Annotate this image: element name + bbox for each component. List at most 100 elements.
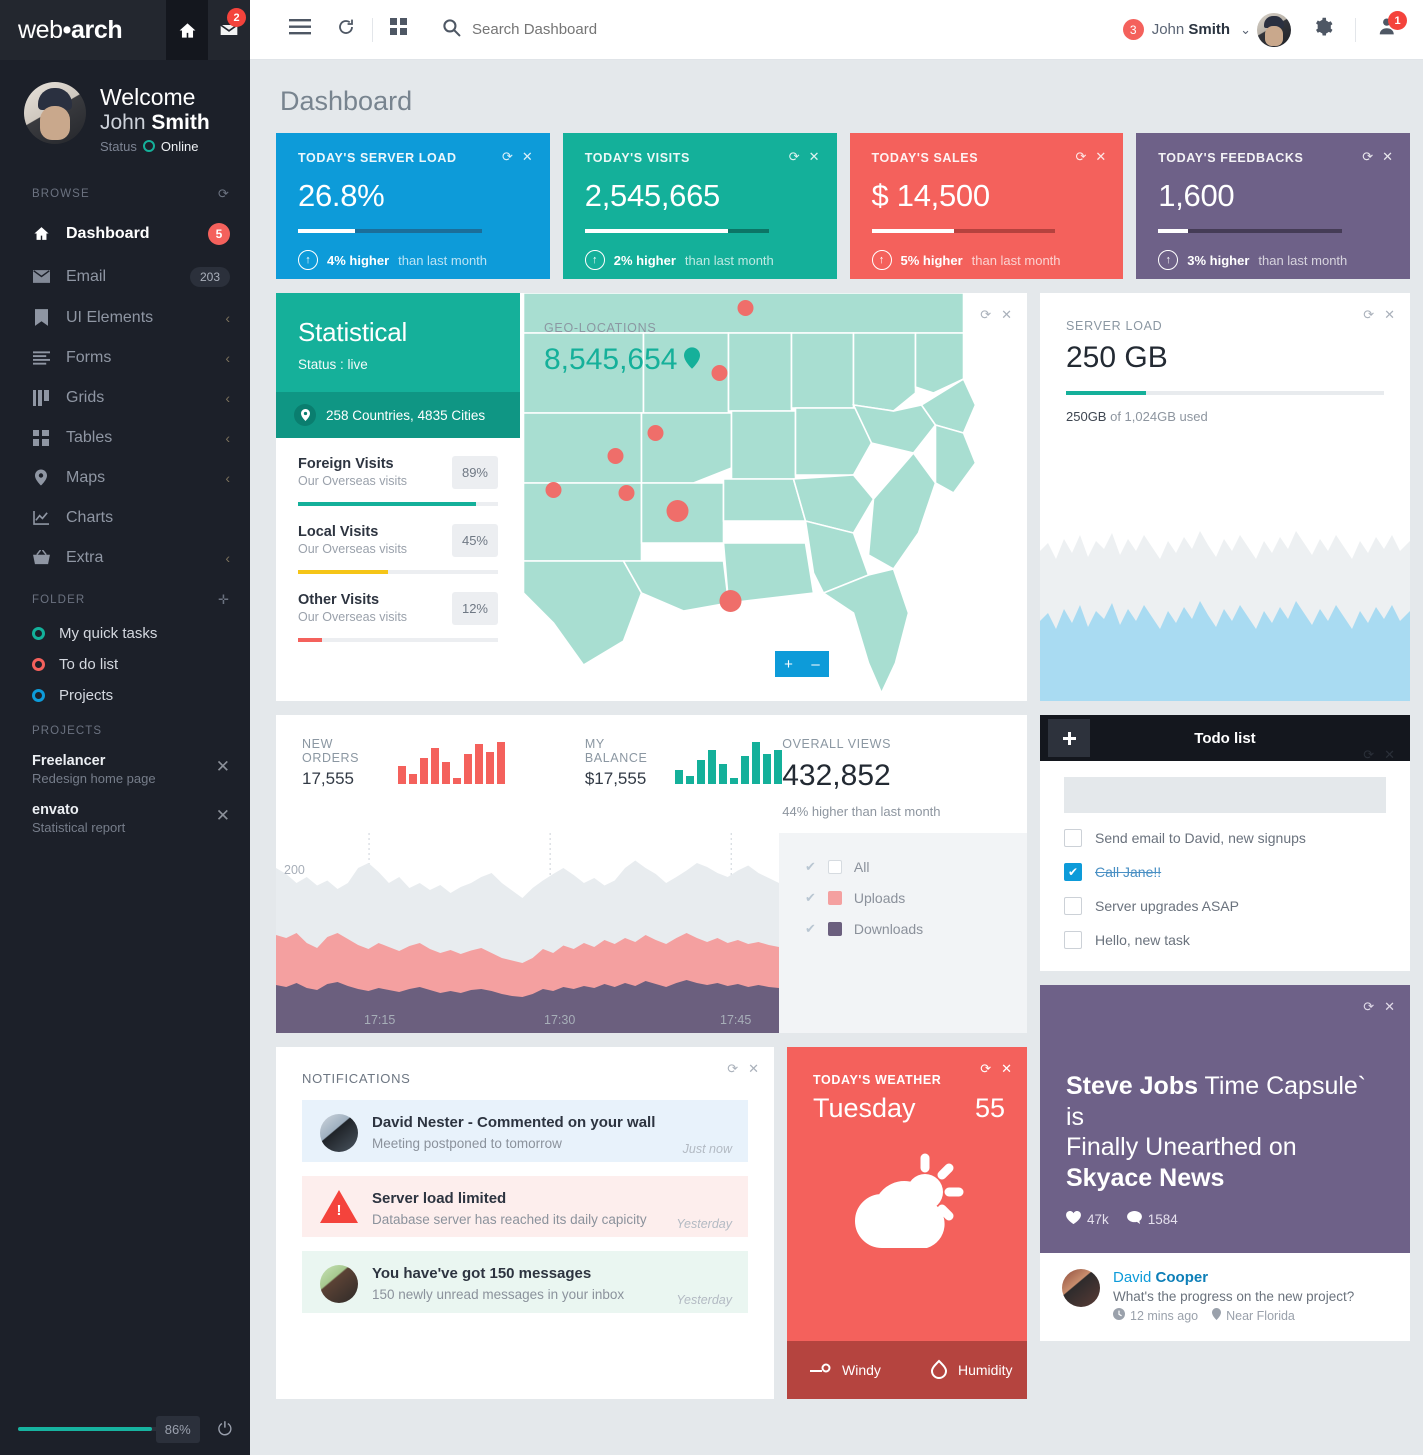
news-likes[interactable]: 47k bbox=[1066, 1210, 1109, 1227]
sidebar-item-charts[interactable]: Charts bbox=[0, 498, 250, 538]
sidebar: web•arch 2 Welcome John Smith Status Onl… bbox=[0, 0, 250, 1455]
home-icon[interactable] bbox=[166, 0, 208, 60]
legend-swatch bbox=[827, 860, 842, 874]
weather-panel: ⟳ ✕ TODAY'S WEATHER Tuesday 55 Windy Hum… bbox=[787, 1047, 1027, 1399]
spark-bar bbox=[463, 754, 472, 784]
weather-humidity[interactable]: Humidity bbox=[907, 1359, 1027, 1382]
todo-item[interactable]: Hello, new task bbox=[1064, 931, 1386, 949]
mail-icon[interactable]: 2 bbox=[208, 0, 250, 60]
close-icon[interactable]: ✕ bbox=[216, 753, 230, 777]
todo-item[interactable]: ✔ Call Jane!! bbox=[1064, 863, 1386, 881]
chart-row: NEW ORDERS 17,555 MY BALANCE $17,555 OVE… bbox=[276, 715, 1410, 1413]
user-icon[interactable]: 1 bbox=[1360, 11, 1407, 43]
weather-wind[interactable]: Windy bbox=[787, 1362, 907, 1379]
close-icon[interactable]: ✕ bbox=[1384, 747, 1395, 763]
news-headline[interactable]: Steve Jobs Time Capsule` is Finally Unea… bbox=[1066, 1071, 1388, 1193]
bookmark-icon bbox=[32, 309, 50, 326]
folder-item-to-do-list[interactable]: To do list bbox=[0, 649, 250, 680]
project-item[interactable]: envato Statistical report ✕ bbox=[0, 796, 250, 845]
refresh-icon[interactable] bbox=[324, 18, 368, 42]
stat-card-value: 1,600 bbox=[1158, 178, 1235, 213]
news-comments[interactable]: 1584 bbox=[1126, 1211, 1178, 1227]
map-zoom-out-button[interactable]: – bbox=[802, 651, 829, 677]
close-icon[interactable]: ✕ bbox=[216, 802, 230, 826]
envelope-icon bbox=[32, 270, 50, 283]
avatar[interactable] bbox=[1257, 12, 1291, 47]
chevron-down-icon[interactable]: ⌄ bbox=[1240, 22, 1251, 38]
status-row: Status Online bbox=[100, 139, 210, 154]
stat-card[interactable]: ⟳ ✕ TODAY'S SALES $ 14,500 ↑ 5% higher th… bbox=[849, 133, 1124, 279]
toolbar-divider bbox=[372, 17, 373, 42]
close-icon[interactable]: ✕ bbox=[1001, 307, 1012, 323]
notification-item[interactable]: Server load limited Database server has … bbox=[302, 1176, 748, 1237]
sidebar-item-grids[interactable]: Grids ‹ bbox=[0, 378, 250, 418]
search-input[interactable] bbox=[472, 21, 792, 38]
sidebar-item-maps[interactable]: Maps ‹ bbox=[0, 458, 250, 498]
project-title: envato bbox=[32, 801, 79, 818]
legend-label: All bbox=[853, 859, 870, 875]
stat-card-title: TODAY'S SERVER LOAD bbox=[298, 151, 457, 165]
notification-item[interactable]: You have've got 150 messages 150 newly u… bbox=[302, 1251, 748, 1313]
clock-icon bbox=[1113, 1308, 1125, 1323]
sidebar-item-tables[interactable]: Tables ‹ bbox=[0, 418, 250, 458]
refresh-icon[interactable]: ⟳ bbox=[1363, 747, 1374, 763]
todo-item[interactable]: Send email to David, new signups bbox=[1064, 829, 1386, 847]
sidebar-item-extra[interactable]: Extra ‹ bbox=[0, 538, 250, 578]
avatar bbox=[320, 1114, 358, 1152]
brand-dot: • bbox=[62, 15, 72, 44]
stat-card[interactable]: ⟳ ✕ TODAY'S FEEDBACKS 1,600 ↑ 3% higher t… bbox=[1136, 133, 1410, 279]
power-icon[interactable]: ⏻ bbox=[218, 1419, 232, 1440]
legend-item-uploads[interactable]: ✔ Uploads bbox=[805, 890, 1027, 906]
search-area bbox=[442, 18, 1123, 42]
sidebar-item-forms[interactable]: Forms ‹ bbox=[0, 338, 250, 378]
map-zoom-in-button[interactable]: + bbox=[775, 651, 802, 677]
refresh-icon[interactable]: ⟳ bbox=[1363, 307, 1374, 323]
project-item[interactable]: Freelancer Redesign home page ✕ bbox=[0, 747, 250, 796]
legend-item-downloads[interactable]: ✔ Downloads bbox=[805, 921, 1027, 937]
sidebar-item-dashboard[interactable]: Dashboard 5 bbox=[0, 212, 250, 256]
area-chart[interactable]: 200 17:15 17:30 17:45 bbox=[276, 833, 779, 1033]
refresh-icon[interactable]: ⟳ bbox=[218, 186, 230, 202]
stat-card-value: 26.8% bbox=[298, 178, 385, 213]
spark-bar bbox=[397, 766, 406, 784]
hamburger-icon[interactable] bbox=[276, 18, 324, 41]
plus-icon[interactable]: ✛ bbox=[218, 592, 230, 608]
refresh-icon[interactable]: ⟳ bbox=[1363, 999, 1374, 1015]
grid-icon[interactable] bbox=[377, 18, 420, 41]
close-icon[interactable]: ✕ bbox=[1384, 999, 1395, 1015]
topbar-username[interactable]: John Smith bbox=[1152, 21, 1230, 38]
spark-bar bbox=[485, 752, 494, 784]
close-icon[interactable]: ✕ bbox=[748, 1061, 759, 1077]
brand-logo[interactable]: web•arch bbox=[18, 15, 123, 45]
stat-card-delta-suffix: than last month bbox=[684, 252, 774, 268]
projects-label: PROJECTS bbox=[32, 724, 103, 737]
my-balance-sparkline bbox=[675, 742, 783, 784]
notification-item[interactable]: David Nester - Commented on your wall Me… bbox=[302, 1100, 748, 1162]
stat-card[interactable]: ⟳ ✕ TODAY'S VISITS 2,545,665 ↑ 2% higher … bbox=[562, 133, 837, 279]
refresh-icon[interactable]: ⟳ bbox=[980, 307, 991, 323]
folder-section-header: FOLDER ✛ bbox=[0, 578, 250, 618]
todo-item[interactable]: Server upgrades ASAP bbox=[1064, 897, 1386, 915]
spark-bar bbox=[752, 742, 761, 784]
todo-input[interactable] bbox=[1064, 777, 1386, 813]
refresh-icon[interactable]: ⟳ bbox=[980, 1061, 991, 1077]
sidebar-item-email[interactable]: Email 203 bbox=[0, 256, 250, 298]
folder-item-projects[interactable]: Projects bbox=[0, 680, 250, 711]
checkbox-icon[interactable] bbox=[1064, 931, 1082, 949]
gear-icon[interactable] bbox=[1291, 17, 1351, 43]
sidebar-item-ui-elements[interactable]: UI Elements ‹ bbox=[0, 298, 250, 338]
checkbox-icon[interactable]: ✔ bbox=[1064, 863, 1082, 881]
close-icon[interactable]: ✕ bbox=[1384, 307, 1395, 323]
battery-bar bbox=[18, 1427, 174, 1431]
stat-card[interactable]: ⟳ ✕ TODAY'S SERVER LOAD 26.8% ↑ 4% higher… bbox=[276, 133, 550, 279]
chart-legend: ✔ All ✔ Uploads ✔ Downloads bbox=[779, 833, 1027, 1033]
legend-item-all[interactable]: ✔ All bbox=[805, 859, 1027, 875]
refresh-icon[interactable]: ⟳ bbox=[727, 1061, 738, 1077]
comment-author[interactable]: David Cooper bbox=[1113, 1269, 1354, 1286]
checkbox-icon[interactable] bbox=[1064, 829, 1082, 847]
checkbox-icon[interactable] bbox=[1064, 897, 1082, 915]
user-count-badge: 3 bbox=[1122, 19, 1144, 40]
folder-item-my-quick-tasks[interactable]: My quick tasks bbox=[0, 618, 250, 649]
map-zoom-controls: + – bbox=[775, 651, 829, 677]
close-icon[interactable]: ✕ bbox=[1001, 1061, 1012, 1077]
